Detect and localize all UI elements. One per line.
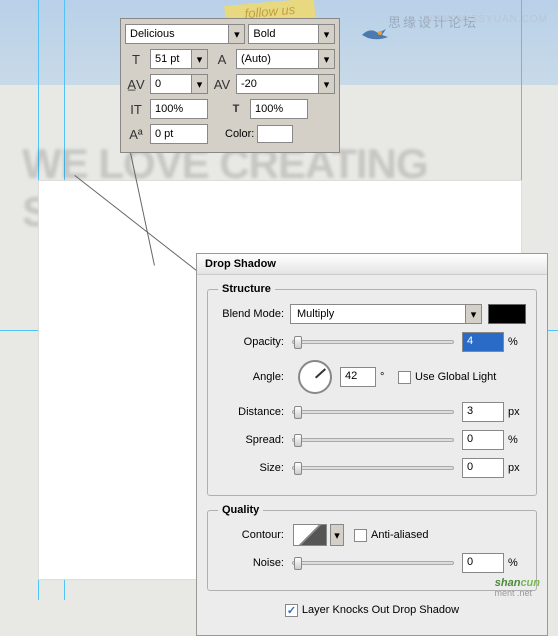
size-label: Size:: [218, 462, 290, 474]
baseline-input[interactable]: 0 pt: [150, 124, 208, 144]
tracking-input[interactable]: -20▾: [236, 74, 335, 94]
watermark-url: WWW.MISSYUAN.COM: [423, 14, 548, 25]
hscale-input[interactable]: 100%: [250, 99, 308, 119]
chevron-down-icon[interactable]: ▾: [465, 305, 481, 323]
kerning-icon: A̲V: [125, 74, 147, 94]
distance-label: Distance:: [218, 406, 290, 418]
character-panel: Delicious ▾ Bold ▾ T 51 pt▾ A (Auto)▾ A̲…: [120, 18, 340, 153]
spread-input[interactable]: 0: [462, 430, 504, 450]
bird-icon: [360, 25, 390, 43]
structure-fieldset: Structure Blend Mode: Multiply ▾ Opacity…: [207, 283, 537, 496]
noise-label: Noise:: [218, 557, 290, 569]
size-input[interactable]: 0: [462, 458, 504, 478]
layer-knocks-out-checkbox[interactable]: [285, 604, 298, 617]
percent-unit: %: [504, 434, 526, 446]
vscale-icon: IT: [125, 99, 147, 119]
layer-knocks-out-label: Layer Knocks Out Drop Shadow: [302, 604, 459, 616]
baseline-icon: Aª: [125, 124, 147, 144]
font-family-dropdown[interactable]: Delicious ▾: [125, 24, 245, 44]
opacity-slider[interactable]: [292, 340, 454, 344]
vscale-input[interactable]: 100%: [150, 99, 208, 119]
blend-mode-dropdown[interactable]: Multiply ▾: [290, 304, 482, 324]
chevron-down-icon[interactable]: ▾: [318, 75, 334, 93]
text-color-swatch[interactable]: [257, 125, 293, 143]
shadow-color-swatch[interactable]: [488, 304, 526, 324]
contour-swatch[interactable]: [293, 524, 327, 546]
chevron-down-icon[interactable]: ▾: [228, 25, 244, 43]
angle-dial[interactable]: [298, 360, 332, 394]
structure-legend: Structure: [218, 283, 275, 295]
angle-input[interactable]: 42: [340, 367, 376, 387]
size-slider[interactable]: [292, 466, 454, 470]
antialiased-label: Anti-aliased: [371, 529, 428, 541]
contour-label: Contour:: [218, 529, 290, 541]
hscale-icon: T: [225, 99, 247, 119]
use-global-light-checkbox[interactable]: [398, 371, 411, 384]
px-unit: px: [504, 406, 526, 418]
chevron-down-icon[interactable]: ▾: [191, 50, 207, 68]
font-size-icon: T: [125, 49, 147, 69]
leading-input[interactable]: (Auto)▾: [236, 49, 335, 69]
antialiased-checkbox[interactable]: [354, 529, 367, 542]
font-style-dropdown[interactable]: Bold ▾: [248, 24, 335, 44]
spread-label: Spread:: [218, 434, 290, 446]
color-label: Color:: [225, 128, 254, 140]
blend-mode-label: Blend Mode:: [218, 308, 290, 320]
tracking-icon: AV: [211, 74, 233, 94]
font-family-value: Delicious: [126, 26, 228, 42]
panel-title: Drop Shadow: [197, 254, 547, 275]
font-style-value: Bold: [249, 26, 318, 42]
chevron-down-icon[interactable]: ▾: [318, 25, 334, 43]
kerning-input[interactable]: 0▾: [150, 74, 208, 94]
quality-legend: Quality: [218, 504, 263, 516]
leading-icon: A: [211, 49, 233, 69]
distance-input[interactable]: 3: [462, 402, 504, 422]
noise-slider[interactable]: [292, 561, 454, 565]
opacity-input[interactable]: 4: [462, 332, 504, 352]
logo-subtitle: ment .net: [494, 588, 532, 598]
chevron-down-icon[interactable]: ▾: [318, 50, 334, 68]
font-size-input[interactable]: 51 pt▾: [150, 49, 208, 69]
quality-fieldset: Quality Contour: ▾ Anti-aliased Noise: 0…: [207, 504, 537, 591]
opacity-label: Opacity:: [218, 336, 290, 348]
spread-slider[interactable]: [292, 438, 454, 442]
percent-unit: %: [504, 336, 526, 348]
angle-label: Angle:: [218, 371, 290, 383]
use-global-light-label: Use Global Light: [415, 371, 496, 383]
chevron-down-icon[interactable]: ▾: [191, 75, 207, 93]
distance-slider[interactable]: [292, 410, 454, 414]
degree-unit: °: [376, 371, 398, 383]
contour-picker-button[interactable]: ▾: [330, 524, 344, 546]
px-unit: px: [504, 462, 526, 474]
